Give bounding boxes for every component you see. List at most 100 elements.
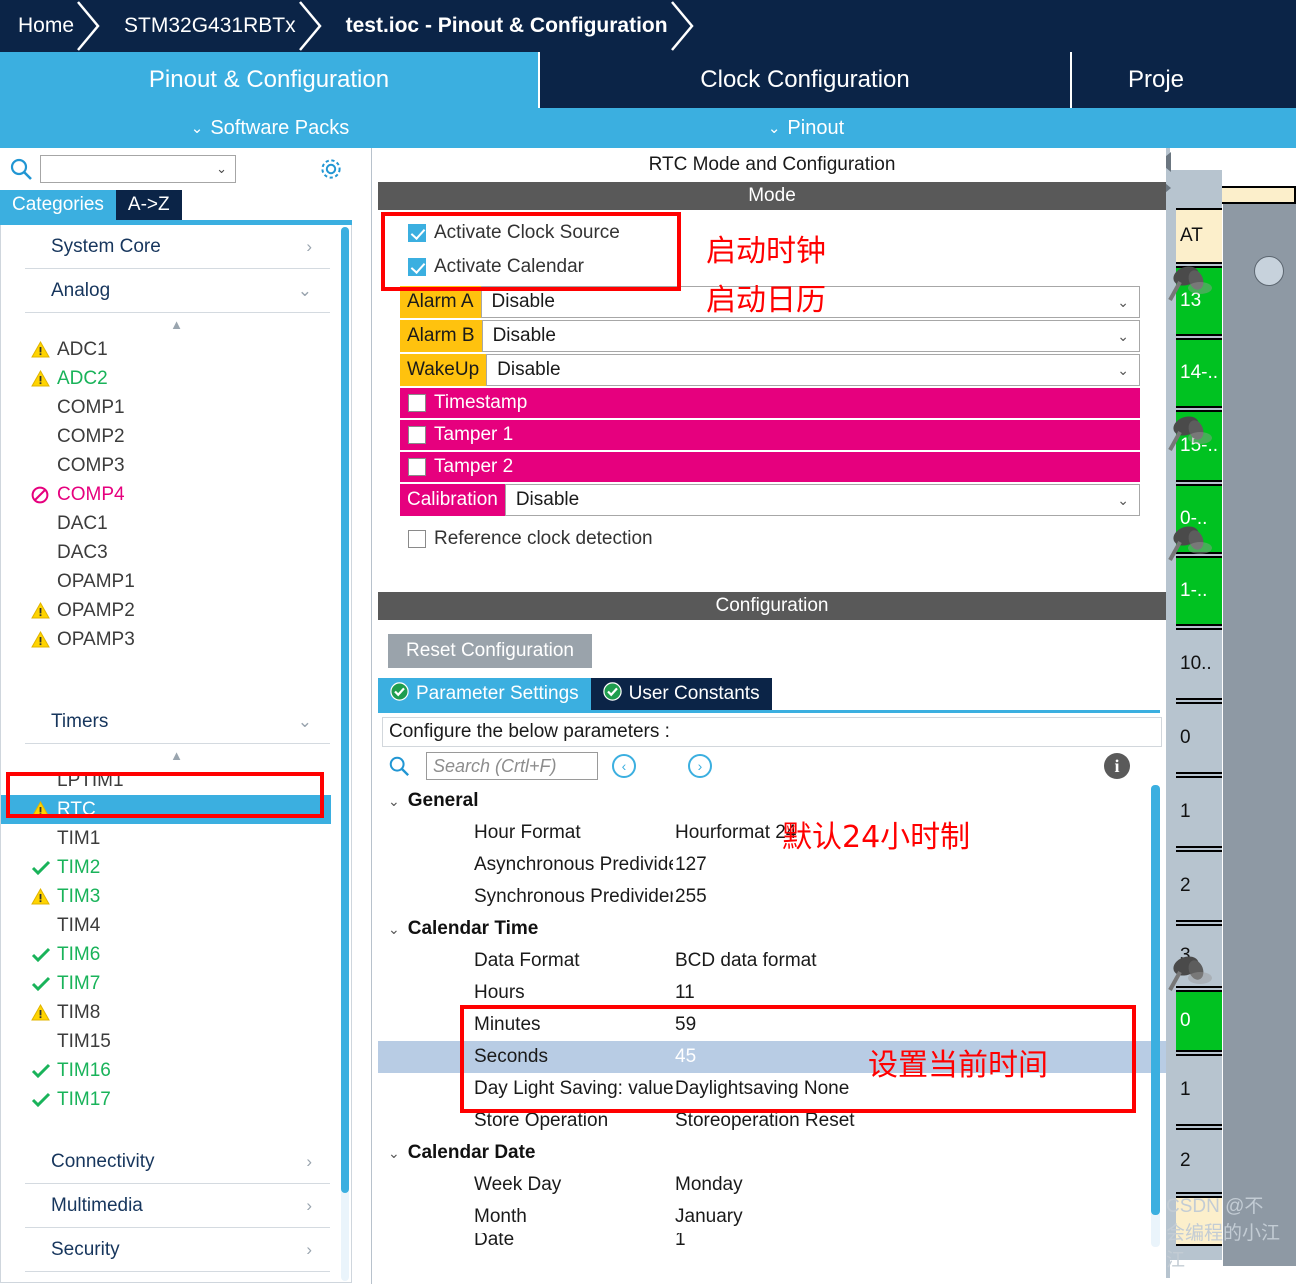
select-alarm-b[interactable]: Alarm B Disable ⌄ bbox=[400, 320, 1140, 352]
sidebar-item-tim6[interactable]: TIM6 bbox=[1, 940, 351, 969]
param-row-hour-format[interactable]: Hour Format Hourformat 24 bbox=[378, 817, 1166, 849]
select-value: Disable bbox=[497, 359, 561, 380]
tab-categories[interactable]: Categories bbox=[0, 190, 116, 220]
tab-a-to-z[interactable]: A->Z bbox=[115, 190, 182, 220]
pin-pc0[interactable]: 0 bbox=[1176, 702, 1222, 774]
param-row-store-operation[interactable]: Store Operation Storeoperation Reset bbox=[378, 1105, 1166, 1137]
checkbox-icon[interactable] bbox=[408, 258, 426, 276]
sidebar-scrollbar-thumb[interactable] bbox=[341, 227, 349, 1193]
checkbox-icon[interactable] bbox=[408, 458, 426, 476]
checkbox-icon[interactable] bbox=[408, 224, 426, 242]
menu-software-packs[interactable]: ⌄ Software Packs bbox=[0, 117, 540, 140]
tab-pinout-label: Pinout & Configuration bbox=[148, 66, 390, 93]
sidebar-group-system-core[interactable]: System Core › bbox=[25, 225, 330, 269]
tab-parameter-settings[interactable]: Parameter Settings bbox=[378, 678, 591, 710]
sidebar-search-input[interactable]: ⌄ bbox=[40, 155, 236, 183]
param-row-minutes[interactable]: Minutes 59 bbox=[378, 1009, 1166, 1041]
sidebar-item-tim3[interactable]: TIM3 bbox=[1, 882, 351, 911]
tab-project-manager[interactable]: Proje bbox=[1072, 52, 1296, 108]
checkbox-timestamp[interactable]: Timestamp bbox=[400, 388, 1140, 418]
sidebar-group-timers[interactable]: Timers ⌄ bbox=[25, 700, 330, 744]
pinout-scroll-arrows[interactable] bbox=[1166, 148, 1173, 210]
chevron-down-icon[interactable]: ⌄ bbox=[388, 921, 400, 938]
sidebar-item-tim17[interactable]: TIM17 bbox=[1, 1085, 351, 1114]
list-resize-handle[interactable]: ▲ bbox=[1, 313, 351, 335]
select-field[interactable]: Disable ⌄ bbox=[504, 484, 1140, 516]
pin-pc14[interactable]: 14-.. bbox=[1176, 338, 1222, 408]
sidebar-item-opamp2[interactable]: OPAMP2 bbox=[1, 596, 351, 625]
sidebar-item-tim15[interactable]: TIM15 bbox=[1, 1027, 351, 1056]
chevron-down-icon[interactable]: ⌄ bbox=[216, 161, 227, 177]
sidebar-item-comp2[interactable]: COMP2 bbox=[1, 422, 351, 451]
param-row-week-day[interactable]: Week Day Monday bbox=[378, 1169, 1166, 1201]
list-resize-handle[interactable]: ▲ bbox=[1, 744, 351, 766]
breadcrumb-item-home[interactable]: Home bbox=[0, 0, 100, 52]
sidebar-item-tim7[interactable]: TIM7 bbox=[1, 969, 351, 998]
sidebar-item-adc2[interactable]: ADC2 bbox=[1, 364, 351, 393]
chevron-down-icon[interactable]: ⌄ bbox=[388, 1145, 400, 1162]
sidebar-item-tim1[interactable]: TIM1 bbox=[1, 824, 351, 853]
param-row-sync-predivider[interactable]: Synchronous Predivider value 255 bbox=[378, 881, 1166, 913]
param-scrollbar-thumb[interactable] bbox=[1151, 785, 1160, 1215]
pin-pa2[interactable]: 2 bbox=[1176, 1128, 1222, 1194]
sidebar-group-analog[interactable]: Analog ⌄ bbox=[25, 269, 330, 313]
menu-pinout[interactable]: ⌄ Pinout bbox=[540, 117, 1072, 140]
select-calibration[interactable]: Calibration Disable ⌄ bbox=[400, 484, 1140, 516]
param-row-async-predivider[interactable]: Asynchronous Predivider value 127 bbox=[378, 849, 1166, 881]
param-row-month[interactable]: Month January bbox=[378, 1201, 1166, 1233]
breadcrumb-item-mcu[interactable]: STM32G431RBTx bbox=[100, 0, 322, 52]
breadcrumb-item-file[interactable]: test.ioc - Pinout & Configuration bbox=[322, 0, 694, 52]
sidebar-item-rtc[interactable]: RTC bbox=[1, 795, 331, 824]
annotation-calendar-note: 启动日历 bbox=[706, 283, 826, 318]
sidebar-item-dac3[interactable]: DAC3 bbox=[1, 538, 351, 567]
sidebar-group-security[interactable]: Security › bbox=[25, 1228, 330, 1272]
select-field[interactable]: Disable ⌄ bbox=[481, 320, 1140, 352]
select-wakeup[interactable]: WakeUp Disable ⌄ bbox=[400, 354, 1140, 386]
param-name: Month bbox=[474, 1206, 527, 1227]
sidebar-group-connectivity[interactable]: Connectivity › bbox=[25, 1140, 330, 1184]
param-row-date[interactable]: Date 1 bbox=[378, 1233, 1166, 1247]
gear-icon[interactable] bbox=[317, 155, 345, 183]
sidebar-item-lptim1[interactable]: LPTIM1 bbox=[1, 766, 351, 795]
checkbox-reference-clock-detection[interactable]: Reference clock detection bbox=[378, 522, 1166, 556]
sidebar-item-tim8[interactable]: TIM8 bbox=[1, 998, 351, 1027]
pin-pg10[interactable]: 10.. bbox=[1176, 628, 1222, 700]
sidebar-item-opamp3[interactable]: OPAMP3 bbox=[1, 625, 351, 654]
sidebar-item-comp3[interactable]: COMP3 bbox=[1, 451, 351, 480]
sidebar-item-dac1[interactable]: DAC1 bbox=[1, 509, 351, 538]
sidebar-item-tim2[interactable]: TIM2 bbox=[1, 853, 351, 882]
sidebar-item-comp1[interactable]: COMP1 bbox=[1, 393, 351, 422]
reset-configuration-button[interactable]: Reset Configuration bbox=[388, 634, 592, 668]
checkbox-tamper-2[interactable]: Tamper 2 bbox=[400, 452, 1140, 482]
param-row-data-format[interactable]: Data Format BCD data format bbox=[378, 945, 1166, 977]
sidebar-item-opamp1[interactable]: OPAMP1 bbox=[1, 567, 351, 596]
pin-pa1[interactable]: 1 bbox=[1176, 1054, 1222, 1126]
param-search-input[interactable]: Search (Crtl+F) bbox=[426, 752, 598, 780]
pin-vbat[interactable]: AT bbox=[1176, 208, 1222, 264]
param-group-general[interactable]: ⌄ General bbox=[378, 785, 1166, 817]
pin-pa0[interactable]: 0 bbox=[1176, 990, 1222, 1052]
checkbox-tamper-1[interactable]: Tamper 1 bbox=[400, 420, 1140, 450]
next-button[interactable]: › bbox=[688, 754, 712, 778]
sidebar-item-tim4[interactable]: TIM4 bbox=[1, 911, 351, 940]
param-group-calendar-time[interactable]: ⌄ Calendar Time bbox=[378, 913, 1166, 945]
checkbox-icon[interactable] bbox=[408, 394, 426, 412]
select-field[interactable]: Disable ⌄ bbox=[486, 354, 1140, 386]
tab-clock-configuration[interactable]: Clock Configuration bbox=[540, 52, 1072, 108]
param-row-hours[interactable]: Hours 11 bbox=[378, 977, 1166, 1009]
sidebar-group-multimedia[interactable]: Multimedia › bbox=[25, 1184, 330, 1228]
prev-button[interactable]: ‹ bbox=[612, 754, 636, 778]
sidebar-item-tim16[interactable]: TIM16 bbox=[1, 1056, 351, 1085]
param-group-calendar-date[interactable]: ⌄ Calendar Date bbox=[378, 1137, 1166, 1169]
sidebar-item-adc1[interactable]: ADC1 bbox=[1, 335, 351, 364]
chevron-down-icon[interactable]: ⌄ bbox=[388, 793, 400, 810]
pin-pc1[interactable]: 1 bbox=[1176, 776, 1222, 848]
pin-pc2[interactable]: 2 bbox=[1176, 850, 1222, 922]
tab-user-constants[interactable]: User Constants bbox=[590, 678, 772, 710]
checkbox-label: Timestamp bbox=[434, 392, 528, 413]
tab-pinout-configuration[interactable]: Pinout & Configuration bbox=[0, 52, 540, 108]
info-icon[interactable]: i bbox=[1104, 753, 1130, 779]
sidebar-item-comp4[interactable]: COMP4 bbox=[1, 480, 351, 509]
checkbox-icon[interactable] bbox=[408, 530, 426, 548]
checkbox-icon[interactable] bbox=[408, 426, 426, 444]
